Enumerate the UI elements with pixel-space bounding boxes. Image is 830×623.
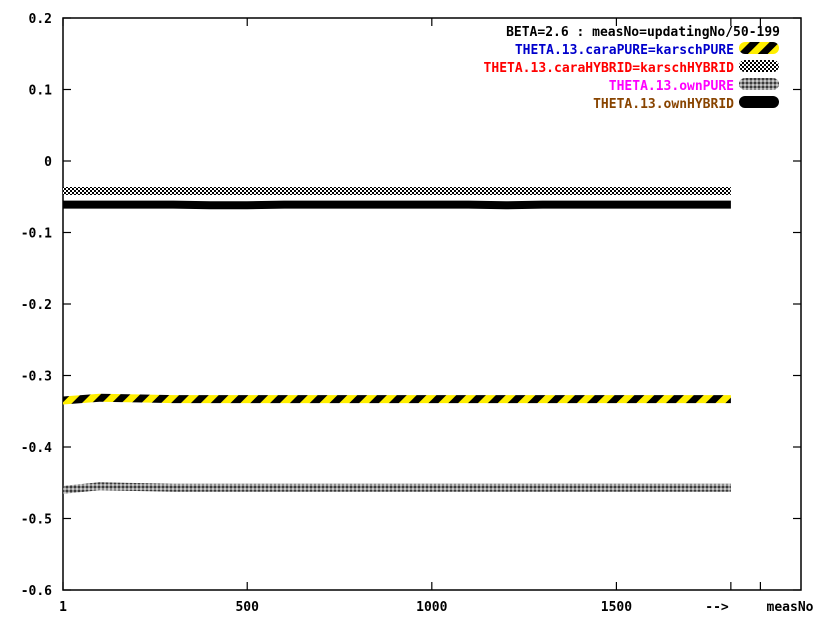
series-band: [63, 482, 731, 494]
x-axis-label: measNo: [767, 600, 814, 615]
legend-label: THETA.13.caraHYBRID=karschHYBRID: [484, 61, 735, 76]
series-3: [63, 482, 731, 494]
x-tick-label: 1500: [601, 600, 632, 615]
legend-label: THETA.13.ownPURE: [609, 79, 734, 94]
legend-label: THETA.13.caraPURE=karschPURE: [515, 43, 734, 58]
legend-swatch: [739, 60, 779, 72]
y-tick-label: -0.6: [21, 584, 52, 599]
legend-swatch: [739, 42, 779, 54]
series-band: [63, 187, 731, 195]
y-tick-label: -0.4: [21, 441, 52, 456]
y-tick-label: 0.2: [29, 12, 52, 27]
series-1: [63, 393, 731, 405]
y-tick-label: -0.1: [21, 227, 52, 242]
legend-swatch: [739, 78, 779, 90]
y-tick-label: -0.2: [21, 298, 52, 313]
legend-label: THETA.13.ownHYBRID: [593, 97, 734, 112]
y-tick-label: -0.3: [21, 370, 52, 385]
y-tick-label: -0.5: [21, 513, 52, 528]
y-tick-label: 0.1: [29, 84, 53, 99]
x-tick-label: 500: [235, 600, 259, 615]
y-tick-label: 0: [44, 155, 52, 170]
chart-title: BETA=2.6 : measNo=updatingNo/50-199: [506, 25, 780, 40]
series-layer: [63, 187, 731, 494]
legend-swatch: [739, 96, 779, 108]
x-tick-label: 1: [59, 600, 67, 615]
series-band: [63, 200, 731, 210]
x-arrow-label: -->: [705, 600, 729, 615]
series-2: [63, 187, 731, 195]
series-4: [63, 200, 731, 210]
chart: 0.20.10-0.1-0.2-0.3-0.4-0.5-0.6 1 500 1000…: [21, 12, 814, 615]
series-band: [63, 393, 731, 405]
x-tick-label: 1000: [416, 600, 447, 615]
legend: THETA.13.caraPURE=karschPURE THETA.13.car…: [484, 42, 779, 112]
